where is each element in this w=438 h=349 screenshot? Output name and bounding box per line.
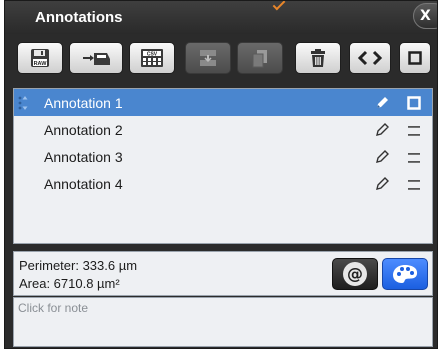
annotations-panel: Annotations X RAW CSV Annotation 1 Annot… [4,0,438,349]
annotation-label: Annotation 1 [44,94,123,111]
chevron-left-right-icon [357,50,383,66]
measurement-panel: Perimeter: 333.6 µm Area: 6710.8 µm² @ [13,251,433,296]
close-button[interactable]: X [413,3,437,29]
toolbar: RAW CSV [5,34,437,84]
save-raw-button[interactable]: RAW [17,42,63,74]
at-icon: @ [343,262,367,286]
title-bar: Annotations X [5,1,437,34]
visibility-toggle-icon[interactable] [407,96,421,110]
floppy-raw-icon: RAW [31,49,49,67]
trash-icon [311,49,325,67]
close-icon: X [420,8,431,24]
annotation-label: Annotation 2 [44,121,123,138]
csv-label: CSV [147,52,158,58]
annotation-label: Annotation 3 [44,148,123,165]
window-title: Annotations [35,9,123,26]
annotation-row[interactable]: Annotation 1 [14,89,432,116]
annotation-label: Annotation 4 [44,175,123,192]
import-button[interactable] [69,42,123,74]
delete-button[interactable] [295,42,341,74]
visibility-toggle-icon[interactable] [407,177,421,191]
annotation-list[interactable]: Annotation 1 Annotation 2 Annotation 3 A… [13,88,433,244]
orange-chevron-icon [272,1,286,11]
perimeter-value: Perimeter: 333.6 µm [19,258,138,273]
pencil-icon[interactable] [374,176,390,192]
palette-button[interactable] [382,258,428,290]
pencil-icon[interactable] [374,149,390,165]
csv-grid-icon: CSV [141,49,163,67]
area-value: Area: 6710.8 µm² [19,276,120,291]
visibility-toggle-icon[interactable] [407,123,421,137]
annotation-row[interactable]: Annotation 3 [14,143,432,170]
pencil-icon[interactable] [374,122,390,138]
toggle-all-button[interactable] [399,42,431,74]
drag-handle-icon[interactable] [18,95,28,111]
export-csv-button[interactable]: CSV [129,42,175,74]
merge-icon [200,50,216,66]
annotation-row[interactable]: Annotation 2 [14,116,432,143]
merge-button[interactable] [185,42,231,74]
copy-icon [252,50,267,68]
import-arrow-icon [83,53,110,65]
annotation-row[interactable]: Annotation 4 [14,170,432,197]
pencil-icon[interactable] [374,95,390,111]
at-button[interactable]: @ [332,258,378,290]
copy-button[interactable] [237,42,283,74]
square-toggle-icon [408,51,422,65]
visibility-toggle-icon[interactable] [407,150,421,164]
palette-icon [393,265,418,283]
navigate-button[interactable] [349,42,391,74]
note-field[interactable]: Click for note [13,297,433,347]
raw-label: RAW [34,61,48,67]
